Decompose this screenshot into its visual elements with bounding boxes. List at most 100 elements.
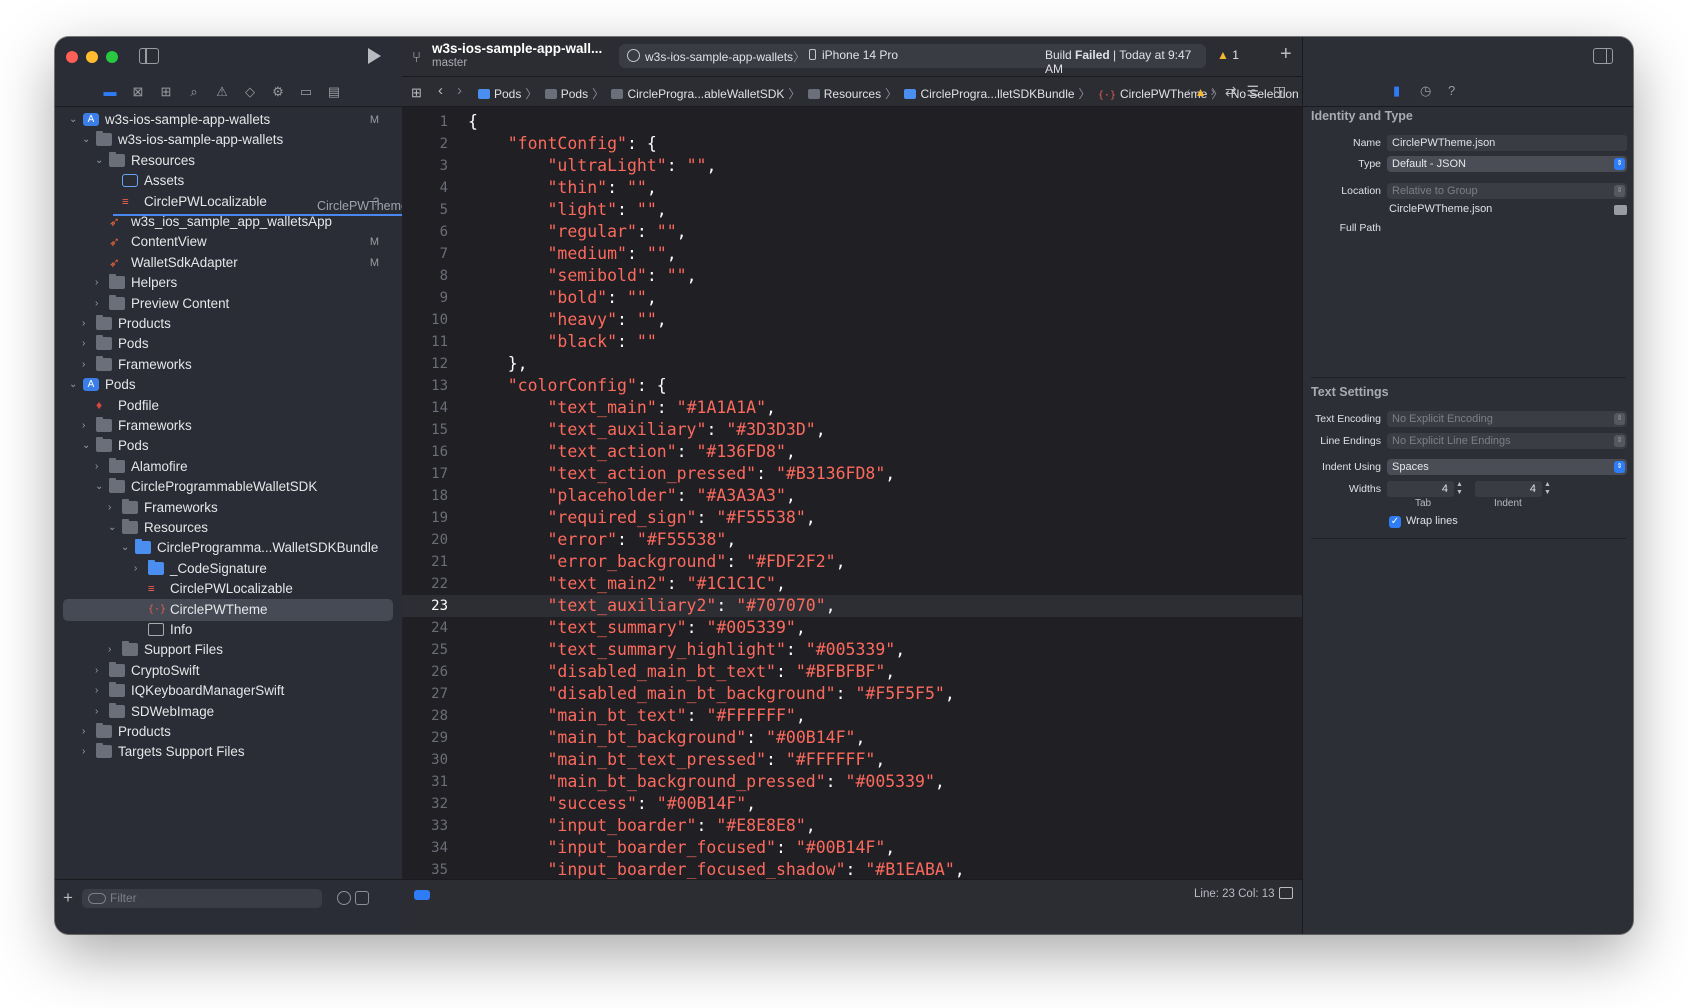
tree-row[interactable]: › SDWebImage bbox=[63, 701, 393, 723]
build-status[interactable]: Build Failed | Today at 9:47 AM bbox=[1045, 48, 1206, 76]
device-selector[interactable]: iPhone 14 Pro bbox=[809, 48, 898, 62]
tree-row[interactable]: › Alamofire bbox=[63, 456, 393, 478]
code-line[interactable]: 14 "text_main": "#1A1A1A", bbox=[402, 397, 1302, 419]
editor-options-icon[interactable]: ☰ bbox=[1247, 83, 1260, 99]
breadcrumb-item-pods-group[interactable]: Pods bbox=[544, 87, 588, 101]
code-line[interactable]: 23 "text_auxiliary2": "#707070", bbox=[402, 595, 1302, 617]
tree-row[interactable]: Assets bbox=[63, 170, 393, 192]
code-line[interactable]: 25 "text_summary_highlight": "#005339", bbox=[402, 639, 1302, 661]
folder-icon[interactable]: ▬ bbox=[101, 83, 119, 101]
breakpoint-icon[interactable]: ▭ bbox=[297, 83, 315, 101]
warning-icon[interactable]: ⚠ bbox=[213, 83, 231, 101]
tree-row[interactable]: ⌄ CircleProgrammableWalletSDK bbox=[63, 476, 393, 498]
next-issue-icon[interactable]: › bbox=[1210, 83, 1215, 99]
chevron-right-icon[interactable]: › bbox=[108, 639, 118, 661]
tree-row[interactable]: › Frameworks bbox=[63, 497, 393, 519]
scheme-selector[interactable]: w3s-ios-sample-app-wallets〉 bbox=[645, 48, 805, 65]
related-items-icon[interactable]: ⊞ bbox=[411, 85, 422, 101]
code-line[interactable]: 27 "disabled_main_bt_background": "#F5F5… bbox=[402, 683, 1302, 705]
inspector-toggle-icon[interactable] bbox=[1593, 48, 1613, 64]
close-window-button[interactable] bbox=[66, 51, 78, 63]
breadcrumb-item-pods-project[interactable]: Pods bbox=[478, 87, 521, 101]
chevron-down-icon[interactable]: ⌄ bbox=[69, 374, 79, 396]
related-files-icon[interactable]: ⇄ bbox=[1225, 83, 1237, 99]
code-line[interactable]: 24 "text_summary": "#005339", bbox=[402, 617, 1302, 639]
test-icon[interactable]: ◇ bbox=[241, 83, 259, 101]
tree-row[interactable]: ➶ WalletSdkAdapter M bbox=[63, 252, 393, 274]
tree-row[interactable]: ⌄ A Pods bbox=[63, 374, 393, 396]
tree-row[interactable]: ≡ CirclePWLocalizable bbox=[63, 578, 393, 600]
type-select[interactable]: Default - JSON ⇕ bbox=[1387, 156, 1627, 172]
code-line[interactable]: 22 "text_main2": "#1C1C1C", bbox=[402, 573, 1302, 595]
chevron-right-icon[interactable]: › bbox=[82, 333, 92, 355]
tree-row[interactable]: ⌄ Pods bbox=[63, 435, 393, 457]
chevron-right-icon[interactable]: › bbox=[134, 558, 144, 580]
zoom-window-button[interactable] bbox=[106, 51, 118, 63]
tree-row[interactable]: › Products bbox=[63, 721, 393, 743]
code-line[interactable]: 4 "thin": "", bbox=[402, 177, 1302, 199]
tab-width-stepper[interactable]: ▲ ▼ bbox=[1455, 481, 1464, 497]
indent-width-field[interactable]: 4 bbox=[1475, 481, 1542, 497]
debug-area-toggle-icon[interactable] bbox=[414, 890, 430, 900]
run-button[interactable] bbox=[368, 48, 381, 64]
chevron-right-icon[interactable]: › bbox=[95, 456, 105, 478]
chevron-right-icon[interactable]: › bbox=[95, 701, 105, 723]
code-line[interactable]: 13 "colorConfig": { bbox=[402, 375, 1302, 397]
forward-button[interactable]: › bbox=[457, 82, 462, 99]
code-line[interactable]: 26 "disabled_main_bt_text": "#BFBFBF", bbox=[402, 661, 1302, 683]
code-line[interactable]: 15 "text_auxiliary": "#3D3D3D", bbox=[402, 419, 1302, 441]
chevron-down-icon[interactable]: ⌄ bbox=[69, 109, 79, 131]
code-line[interactable]: 17 "text_action_pressed": "#B3136FD8", bbox=[402, 463, 1302, 485]
breadcrumb-item-bundle[interactable]: CircleProgra...lletSDKBundle bbox=[904, 87, 1075, 101]
tree-row[interactable]: ⌄ CircleProgramma...WalletSDKBundle bbox=[63, 537, 393, 559]
minimize-window-button[interactable] bbox=[86, 51, 98, 63]
debug-icon[interactable]: ⚙ bbox=[269, 83, 287, 101]
tree-row[interactable]: ➶ ContentView M bbox=[63, 231, 393, 253]
tree-row[interactable]: › Helpers bbox=[63, 272, 393, 294]
code-line[interactable]: 1{ bbox=[402, 111, 1302, 133]
hide-debug-area-icon[interactable] bbox=[1279, 887, 1293, 899]
split-editor-icon[interactable]: ◫ bbox=[1273, 83, 1286, 99]
code-line[interactable]: 31 "main_bt_background_pressed": "#00533… bbox=[402, 771, 1302, 793]
code-line[interactable]: 30 "main_bt_text_pressed": "#FFFFFF", bbox=[402, 749, 1302, 771]
tree-row[interactable]: › Frameworks bbox=[63, 415, 393, 437]
history-inspector-icon[interactable]: ◷ bbox=[1420, 83, 1431, 99]
previous-issue-icon[interactable]: ‹ bbox=[1186, 83, 1191, 99]
report-icon[interactable]: ▤ bbox=[325, 83, 343, 101]
code-line[interactable]: 9 "bold": "", bbox=[402, 287, 1302, 309]
chevron-right-icon[interactable]: › bbox=[82, 313, 92, 335]
code-line[interactable]: 35 "input_boarder_focused_shadow": "#B1E… bbox=[402, 859, 1302, 879]
tree-row[interactable]: ⌄ Resources bbox=[63, 517, 393, 539]
tree-row[interactable]: › IQKeyboardManagerSwift bbox=[63, 680, 393, 702]
code-line[interactable]: 16 "text_action": "#136FD8", bbox=[402, 441, 1302, 463]
code-line[interactable]: 21 "error_background": "#FDF2F2", bbox=[402, 551, 1302, 573]
code-line[interactable]: 20 "error": "#F55538", bbox=[402, 529, 1302, 551]
warning-badge[interactable]: ▲ 1 bbox=[1217, 48, 1239, 62]
location-select[interactable]: Relative to Group ⇕ bbox=[1387, 183, 1627, 199]
text-encoding-select[interactable]: No Explicit Encoding ⇕ bbox=[1387, 411, 1627, 427]
choose-folder-icon[interactable] bbox=[1614, 205, 1627, 215]
chevron-down-icon[interactable]: ⌄ bbox=[95, 476, 105, 498]
source-control-icon[interactable]: ⊠ bbox=[129, 83, 147, 101]
code-line[interactable]: 18 "placeholder": "#A3A3A3", bbox=[402, 485, 1302, 507]
code-line[interactable]: 19 "required_sign": "#F55538", bbox=[402, 507, 1302, 529]
chevron-right-icon[interactable]: › bbox=[82, 721, 92, 743]
chevron-right-icon[interactable]: › bbox=[82, 415, 92, 437]
chevron-down-icon[interactable]: ⌄ bbox=[108, 517, 118, 539]
chevron-down-icon[interactable]: ⌄ bbox=[95, 150, 105, 172]
code-line[interactable]: 6 "regular": "", bbox=[402, 221, 1302, 243]
chevron-right-icon[interactable]: › bbox=[108, 497, 118, 519]
scm-filter-icon[interactable] bbox=[355, 891, 369, 905]
tree-row[interactable]: {·} CirclePWTheme bbox=[63, 598, 393, 621]
tree-row[interactable]: › Targets Support Files bbox=[63, 741, 393, 763]
code-line[interactable]: 28 "main_bt_text": "#FFFFFF", bbox=[402, 705, 1302, 727]
sidebar-toggle-icon[interactable] bbox=[139, 48, 159, 64]
tree-row[interactable]: › CryptoSwift bbox=[63, 660, 393, 682]
chevron-down-icon[interactable]: ⌄ bbox=[121, 537, 131, 559]
help-inspector-icon[interactable]: ? bbox=[1448, 83, 1455, 98]
tree-row[interactable]: › Frameworks bbox=[63, 354, 393, 376]
tree-row[interactable]: › Preview Content bbox=[63, 293, 393, 315]
search-icon[interactable]: ⌕ bbox=[185, 83, 203, 101]
indent-width-stepper[interactable]: ▲ ▼ bbox=[1543, 481, 1552, 497]
chevron-right-icon[interactable]: › bbox=[82, 354, 92, 376]
